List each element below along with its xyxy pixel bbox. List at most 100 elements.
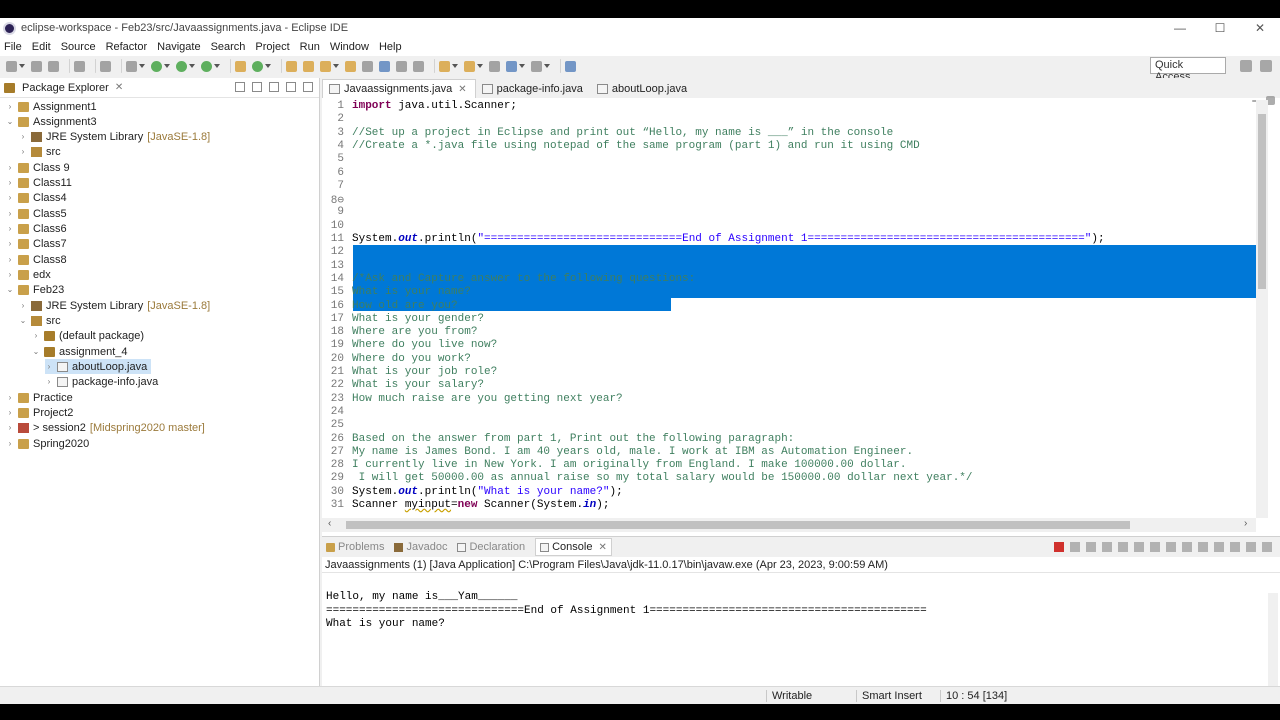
tab-aboutloop[interactable]: aboutLoop.java	[591, 79, 695, 98]
chevron-right-icon[interactable]: ›	[45, 362, 53, 371]
coverage-icon[interactable]	[176, 60, 187, 72]
quick-access-input[interactable]: Quick Access	[1150, 57, 1226, 83]
toggle-breadcrumb-icon[interactable]	[379, 60, 390, 72]
tree-item-class4[interactable]: › Class4	[6, 190, 67, 205]
tree-item-assignment1[interactable]: › Assignment1	[6, 99, 97, 114]
tree-item-class-9[interactable]: › Class 9	[6, 160, 70, 175]
minimize-button[interactable]: —	[1160, 18, 1200, 38]
chevron-right-icon[interactable]: ›	[19, 301, 27, 310]
code-area[interactable]: 1 2 3 4 5 6 7 8⊖ 9 10 11 12 13 14 15 16 …	[322, 100, 1256, 518]
tree-item-project2[interactable]: › Project2	[6, 405, 74, 420]
debug-icon[interactable]	[126, 60, 137, 72]
editor-vertical-scrollbar[interactable]	[1256, 100, 1268, 518]
menu-help[interactable]: Help	[379, 41, 402, 53]
chevron-right-icon[interactable]: ›	[19, 132, 27, 141]
chevron-down-icon[interactable]: ⌄	[6, 117, 14, 126]
save-all-icon[interactable]	[48, 60, 59, 72]
menu-window[interactable]: Window	[330, 41, 369, 53]
last-edit-location-icon[interactable]	[489, 60, 500, 72]
tree-item-feb23[interactable]: ⌄ Feb23	[6, 282, 65, 297]
chevron-right-icon[interactable]: ›	[6, 393, 14, 402]
line-number[interactable]: 8⊖	[322, 193, 344, 207]
minimize-view-icon[interactable]	[286, 82, 296, 92]
skip-breakpoints-icon[interactable]	[100, 60, 111, 72]
close-button[interactable]: ✕	[1240, 18, 1280, 38]
tree-item-assignment3[interactable]: ⌄ Assignment3	[6, 114, 97, 129]
chevron-right-icon[interactable]: ›	[6, 255, 14, 264]
chevron-right-icon[interactable]: ›	[32, 331, 40, 340]
tree-item-session2[interactable]: › > session2 [Midspring2020 master]	[6, 420, 205, 435]
chevron-down-icon[interactable]	[164, 64, 170, 68]
clear-console-icon[interactable]	[1102, 542, 1112, 552]
tab-problems[interactable]: Problems	[326, 541, 384, 553]
chevron-right-icon[interactable]: ›	[6, 102, 14, 111]
maximize-view-icon[interactable]	[303, 82, 313, 92]
tree-item-class5[interactable]: › Class5	[6, 206, 67, 221]
menu-source[interactable]: Source	[61, 41, 96, 53]
link-with-editor-icon[interactable]	[252, 82, 262, 92]
scroll-lock-icon[interactable]	[1118, 542, 1128, 552]
forward-icon[interactable]	[531, 60, 542, 72]
chevron-right-icon[interactable]: ›	[6, 270, 14, 279]
minimize-view-icon[interactable]	[1246, 542, 1256, 552]
tree-item-class8[interactable]: › Class8	[6, 252, 67, 267]
tree-item-edx[interactable]: › edx	[6, 267, 51, 282]
chevron-right-icon[interactable]: ›	[6, 439, 14, 448]
new-icon[interactable]	[6, 60, 17, 72]
run-icon[interactable]	[151, 60, 162, 72]
chevron-down-icon[interactable]: ⌄	[32, 347, 40, 356]
chevron-right-icon[interactable]: ›	[6, 209, 14, 218]
pin-console-icon[interactable]	[1182, 542, 1192, 552]
chevron-down-icon[interactable]	[333, 64, 339, 68]
show-stdout-icon[interactable]	[1150, 542, 1160, 552]
collapse-all-icon[interactable]	[235, 82, 245, 92]
chevron-down-icon[interactable]	[214, 64, 220, 68]
tree-item-jre-library[interactable]: › JRE System Library [JavaSE-1.8]	[19, 298, 211, 313]
chevron-down-icon[interactable]	[544, 64, 550, 68]
external-tools-icon[interactable]	[201, 60, 212, 72]
menu-run[interactable]: Run	[300, 41, 320, 53]
previous-annotation-icon[interactable]	[464, 60, 475, 72]
close-icon[interactable]: ✕	[598, 542, 606, 553]
show-whitespace-icon[interactable]	[413, 60, 424, 72]
chevron-down-icon[interactable]	[519, 64, 525, 68]
menu-file[interactable]: File	[4, 41, 22, 53]
chevron-right-icon[interactable]: ›	[19, 147, 27, 156]
view-menu-icon[interactable]	[1230, 542, 1240, 552]
chevron-right-icon[interactable]: ›	[6, 178, 14, 187]
next-annotation-icon[interactable]	[439, 60, 450, 72]
scroll-right-icon[interactable]: ›	[1244, 518, 1247, 529]
chevron-right-icon[interactable]: ›	[6, 239, 14, 248]
mark-occurrences-icon[interactable]	[362, 60, 373, 72]
tree-item-jre-library[interactable]: › JRE System Library [JavaSE-1.8]	[19, 129, 211, 144]
tree-item-src[interactable]: ⌄ src	[19, 313, 61, 328]
chevron-right-icon[interactable]: ›	[6, 163, 14, 172]
chevron-down-icon[interactable]: ⌄	[19, 316, 27, 325]
close-icon[interactable]: ✕	[115, 82, 123, 93]
remove-launch-icon[interactable]	[1070, 542, 1080, 552]
search-icon[interactable]	[320, 60, 331, 72]
terminal-icon[interactable]	[74, 60, 85, 72]
tree-item-class11[interactable]: › Class11	[6, 175, 72, 190]
menu-refactor[interactable]: Refactor	[106, 41, 148, 53]
tab-javadoc[interactable]: Javadoc	[394, 541, 447, 553]
scroll-left-icon[interactable]: ‹	[328, 518, 331, 529]
open-type-icon[interactable]	[286, 60, 297, 72]
maximize-button[interactable]: ☐	[1200, 18, 1240, 38]
open-task-icon[interactable]	[303, 60, 314, 72]
chevron-right-icon[interactable]: ›	[6, 408, 14, 417]
tab-javaassignments[interactable]: Javaassignments.java ✕	[322, 79, 476, 98]
new-java-project-icon[interactable]	[235, 60, 246, 72]
tree-item-class7[interactable]: › Class7	[6, 236, 67, 251]
tab-package-info[interactable]: package-info.java	[476, 79, 591, 98]
remove-all-launches-icon[interactable]	[1086, 542, 1096, 552]
view-menu-icon[interactable]	[269, 82, 279, 92]
pin-editor-icon[interactable]	[565, 60, 576, 72]
save-icon[interactable]	[31, 60, 42, 72]
chevron-right-icon[interactable]: ›	[6, 224, 14, 233]
chevron-down-icon[interactable]	[189, 64, 195, 68]
tree-item-src[interactable]: › src	[19, 144, 61, 159]
chevron-down-icon[interactable]	[139, 64, 145, 68]
menu-project[interactable]: Project	[255, 41, 289, 53]
chevron-down-icon[interactable]	[265, 64, 271, 68]
